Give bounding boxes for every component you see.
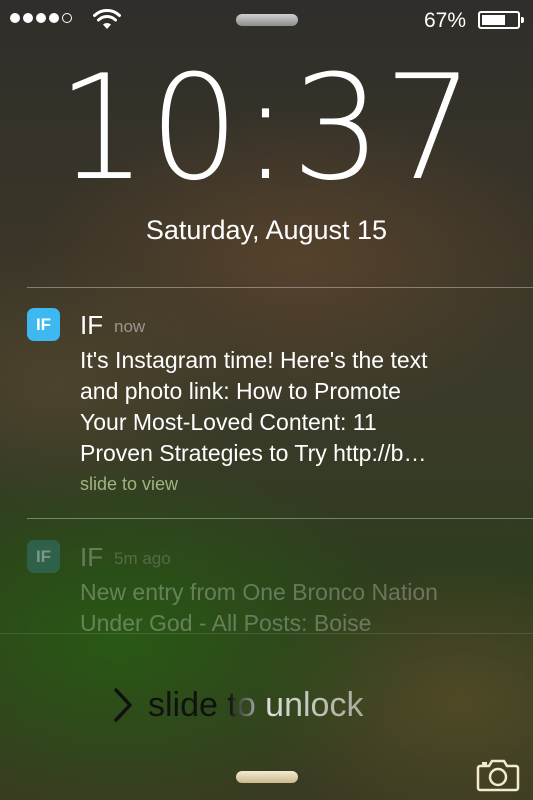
notification-body-line: Under God - All Posts: Boise: [80, 610, 372, 636]
slide-to-unlock-label: slide to unlock: [148, 685, 364, 724]
app-icon: IF: [27, 308, 60, 341]
wifi-icon: [93, 9, 121, 29]
lock-screen-clock: 10:37: [56, 44, 477, 213]
notification-body-line: and photo link: How to Promote: [80, 378, 401, 404]
notification-app-name: IF: [80, 310, 104, 340]
battery-nub: [521, 17, 524, 23]
lock-screen: 67% 10:37 Saturday, August 15 IF IF now …: [0, 0, 533, 800]
signal-dot: [36, 13, 46, 23]
notification-divider: [27, 518, 533, 519]
notification-app-name: IF: [80, 542, 104, 572]
notification-body-line: Proven Strategies to Try http://b…: [80, 440, 427, 466]
slide-to-unlock-slider[interactable]: slide to unlock: [108, 680, 363, 730]
status-bar: 67%: [0, 0, 533, 40]
app-icon: IF: [27, 540, 60, 573]
signal-dot: [23, 13, 33, 23]
signal-dot: [10, 13, 20, 23]
notification-item[interactable]: IF IF 5m ago New entry from One Bronco N…: [27, 540, 517, 636]
notification-time: now: [114, 317, 146, 336]
notification-body: It's Instagram time! Here's the text and…: [80, 345, 510, 469]
notification-body-line: Your Most-Loved Content: 11: [80, 409, 377, 435]
battery-percentage: 67%: [424, 9, 467, 32]
notification-body: New entry from One Bronco Nation Under G…: [80, 577, 510, 639]
battery-icon: [478, 11, 524, 29]
lock-screen-date: Saturday, August 15: [145, 215, 388, 245]
slide-to-view-label[interactable]: slide to view: [80, 474, 178, 495]
notification-item[interactable]: IF IF now It's Instagram time! Here's th…: [27, 308, 517, 508]
signal-dot-empty: [62, 13, 72, 23]
battery-level-fill: [482, 15, 505, 25]
signal-strength-indicator: [10, 13, 72, 23]
notification-time: 5m ago: [114, 549, 171, 568]
notification-divider: [27, 287, 533, 288]
control-center-grabber[interactable]: [236, 771, 298, 783]
camera-icon[interactable]: [476, 756, 520, 792]
signal-dot: [49, 13, 59, 23]
chevron-right-icon: [114, 688, 132, 722]
notification-body-line: New entry from One Bronco Nation: [80, 579, 438, 605]
notification-list-bottom-divider: [0, 633, 533, 634]
notification-body-line: It's Instagram time! Here's the text: [80, 347, 428, 373]
notification-center-grabber[interactable]: [236, 14, 298, 26]
